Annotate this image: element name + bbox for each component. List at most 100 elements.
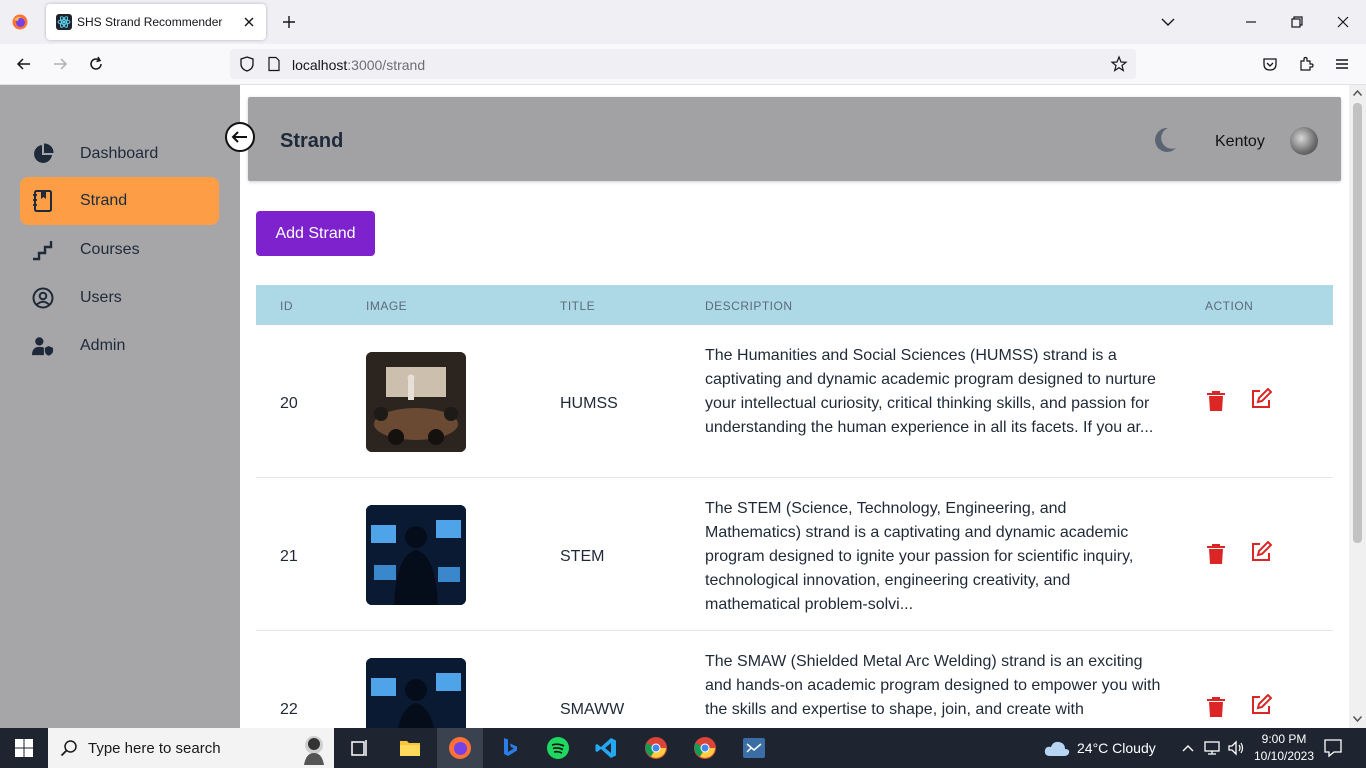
cloud-icon: [1044, 741, 1070, 756]
column-header-image: IMAGE: [366, 299, 408, 313]
forward-arrow-icon[interactable]: [51, 55, 69, 73]
page-scrollbar[interactable]: [1349, 85, 1366, 728]
new-tab-icon[interactable]: [280, 13, 298, 31]
menu-icon[interactable]: [1333, 55, 1351, 73]
taskbar: Type here to search 24°C Cloudy 9:00 PM …: [0, 728, 1366, 768]
browser-tab[interactable]: SHS Strand Recommender: [46, 4, 266, 40]
column-header-id: ID: [280, 299, 293, 313]
sidebar-item-users[interactable]: Users: [20, 274, 219, 322]
technology-photo: [366, 505, 466, 605]
clock-date: 10/10/2023: [1253, 749, 1315, 763]
table-header: ID IMAGE TITLE DESCRIPTION ACTION: [256, 285, 1333, 325]
trash-icon[interactable]: [1206, 543, 1226, 565]
edit-icon[interactable]: [1250, 694, 1272, 716]
url-text[interactable]: localhost:3000/strand: [292, 57, 425, 73]
username: Kentoy: [1215, 133, 1265, 150]
table-row: 20 HUMSS The Humanities and Social Scien…: [256, 325, 1333, 478]
react-icon: [56, 14, 72, 30]
url-host: localhost: [292, 57, 348, 73]
pie-chart-icon: [34, 143, 54, 163]
sidebar-item-admin[interactable]: Admin: [20, 322, 219, 370]
scroll-down-icon[interactable]: [1352, 714, 1363, 724]
edit-icon[interactable]: [1250, 541, 1272, 563]
page-title: Strand: [280, 130, 344, 152]
moon-icon[interactable]: [1153, 127, 1177, 153]
strand-image: [366, 352, 466, 452]
user-circle-icon: [32, 287, 54, 309]
avatar[interactable]: [1290, 127, 1318, 155]
trash-icon[interactable]: [1206, 390, 1226, 412]
book-icon: [33, 190, 52, 212]
minimize-icon[interactable]: [1241, 12, 1261, 32]
task-view-icon[interactable]: [348, 736, 372, 760]
sidebar-item-strand[interactable]: Strand: [20, 177, 219, 225]
notification-icon[interactable]: [1323, 738, 1343, 758]
search-icon: [60, 740, 77, 757]
weather-text[interactable]: 24°C Cloudy: [1077, 740, 1156, 756]
sidebar-item-dashboard[interactable]: Dashboard: [20, 130, 219, 178]
row-title: SMAWW: [560, 701, 625, 718]
sidebar-item-label: Strand: [80, 192, 128, 209]
row-id: 21: [280, 548, 298, 565]
table-row: 21 STEM The STEM (Science, Technology, E…: [256, 478, 1333, 631]
page-header: Strand Kentoy: [248, 97, 1341, 181]
windows-start-icon[interactable]: [12, 736, 36, 760]
sidebar-item-courses[interactable]: Courses: [20, 226, 219, 274]
collapse-sidebar-arrow-icon[interactable]: [225, 122, 255, 152]
search-highlight-icon: [304, 736, 324, 765]
strand-image: [366, 658, 466, 728]
sidebar-item-label: Courses: [80, 241, 140, 258]
trash-icon[interactable]: [1206, 696, 1226, 718]
taskbar-clock[interactable]: 9:00 PM 10/10/2023: [1252, 731, 1316, 765]
main-content: Strand Kentoy Add Strand ID IMAGE TITLE …: [240, 85, 1349, 728]
clock-time: 9:00 PM: [1261, 732, 1307, 746]
row-description: The SMAW (Shielded Metal Arc Welding) st…: [705, 653, 1161, 718]
bookmark-star-icon[interactable]: [1110, 55, 1128, 73]
shield-icon[interactable]: [238, 55, 256, 73]
app-icon[interactable]: [742, 736, 766, 760]
bing-icon[interactable]: [498, 736, 522, 760]
sidebar-item-label: Users: [80, 289, 122, 306]
row-title: STEM: [560, 548, 605, 565]
edit-icon[interactable]: [1250, 388, 1272, 410]
firefox-taskbar-icon[interactable]: [448, 736, 472, 760]
back-arrow-icon[interactable]: [15, 55, 33, 73]
firefox-icon[interactable]: [12, 14, 28, 30]
chrome-icon[interactable]: [644, 736, 668, 760]
tab-list-chevron-icon[interactable]: [1158, 12, 1178, 32]
scroll-up-icon[interactable]: [1352, 88, 1363, 98]
tab-title: SHS Strand Recommender: [77, 15, 223, 29]
network-icon[interactable]: [1203, 740, 1221, 756]
page-icon: [268, 56, 280, 72]
restore-icon[interactable]: [1287, 12, 1307, 32]
volume-icon[interactable]: [1227, 740, 1245, 756]
scrollbar-thumb[interactable]: [1353, 103, 1362, 543]
spotify-icon[interactable]: [546, 736, 570, 760]
classroom-photo: [366, 352, 466, 452]
chrome-profile-icon[interactable]: [693, 736, 717, 760]
row-id: 20: [280, 395, 298, 412]
add-strand-button[interactable]: Add Strand: [256, 211, 375, 256]
technology-photo: [366, 658, 466, 728]
column-header-title: TITLE: [560, 299, 596, 313]
close-tab-icon[interactable]: [240, 13, 258, 31]
search-placeholder: Type here to search: [88, 740, 221, 757]
pocket-icon[interactable]: [1261, 55, 1279, 73]
row-title: HUMSS: [560, 395, 618, 412]
address-bar[interactable]: localhost:3000/strand: [230, 49, 1136, 79]
vscode-icon[interactable]: [594, 736, 618, 760]
close-window-icon[interactable]: [1333, 12, 1353, 32]
sidebar: Dashboard Strand Courses Users Admin: [0, 85, 240, 728]
column-header-action: ACTION: [1205, 299, 1254, 313]
extensions-icon[interactable]: [1297, 55, 1315, 73]
chevron-up-icon[interactable]: [1181, 742, 1195, 754]
taskbar-search[interactable]: Type here to search: [48, 728, 334, 768]
strand-image: [366, 505, 466, 605]
row-description: The STEM (Science, Technology, Engineeri…: [705, 500, 1134, 613]
reload-icon[interactable]: [87, 55, 105, 73]
row-id: 22: [280, 701, 298, 718]
column-header-description: DESCRIPTION: [705, 299, 793, 313]
url-path: :3000/strand: [347, 57, 426, 73]
browser-navbar: localhost:3000/strand: [0, 44, 1366, 85]
file-explorer-icon[interactable]: [398, 736, 422, 760]
